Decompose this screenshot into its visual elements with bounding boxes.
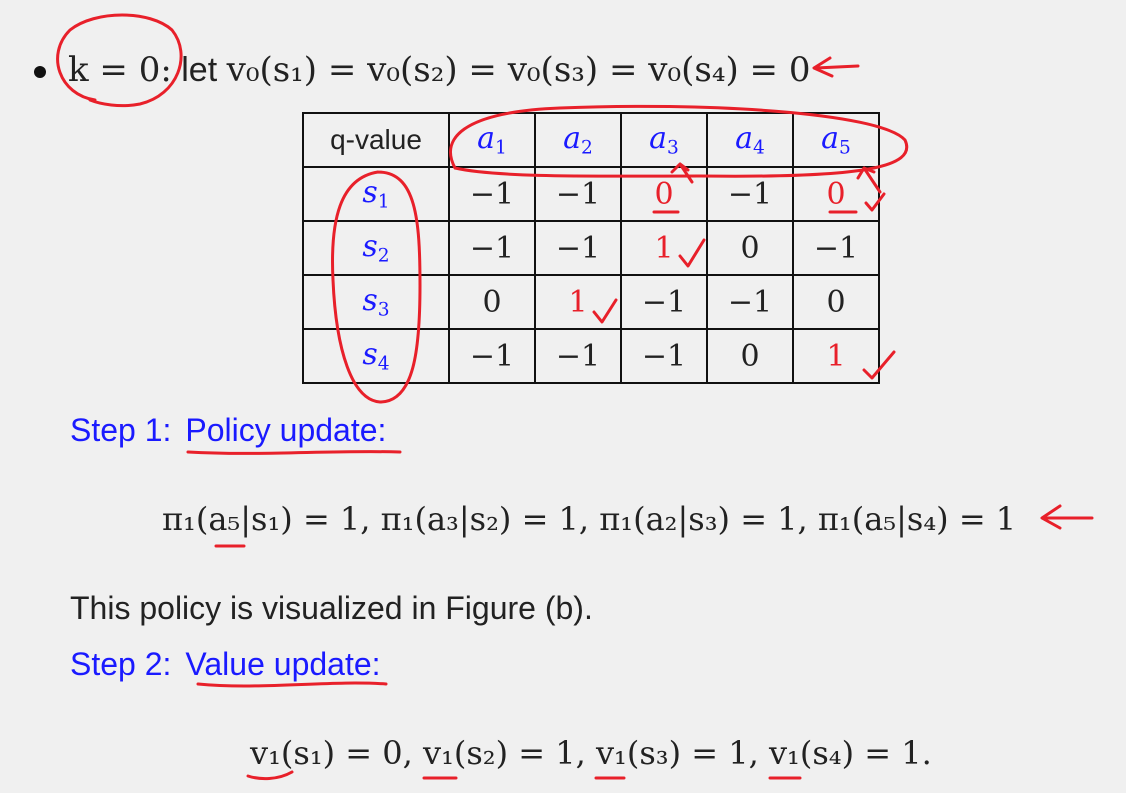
underline-value-update [196, 681, 388, 688]
bullet-dot [34, 66, 46, 79]
q-cell: 0 [448, 274, 536, 330]
bullet-line: k = 0: let v₀(s₁) = v₀(s₂) = v₀(s₃) = v₀… [34, 50, 810, 90]
q-cell: −1 [620, 328, 708, 384]
q-cell-highlighted: 0 [792, 166, 880, 222]
table-row: s1 −1 −1 0 −1 0 [302, 166, 880, 222]
arrow-initial-annotation [812, 56, 860, 78]
step1-label: Step 1: [70, 412, 172, 448]
action-header-4: a4 [706, 112, 794, 168]
table-row: s2 −1 −1 1 0 −1 [302, 220, 880, 276]
q-cell: −1 [792, 220, 880, 276]
arrow-policy-formula [1040, 504, 1094, 530]
underline-v1-a [246, 770, 294, 781]
q-cell: −1 [448, 220, 536, 276]
corner-label: q-value [302, 112, 450, 168]
step2-label: Step 2: [70, 646, 172, 682]
action-header-3: a3 [620, 112, 708, 168]
policy-update-formula: π₁(a₅|s₁) = 1, π₁(a₃|s₂) = 1, π₁(a₂|s₃) … [162, 500, 1017, 538]
table-row: s4 −1 −1 −1 0 1 [302, 328, 880, 384]
q-cell: 0 [706, 220, 794, 276]
table-header-row: q-value a1 a2 a3 a4 a5 [302, 112, 880, 168]
q-cell-highlighted: 1 [534, 274, 622, 330]
state-label-2: s2 [302, 220, 450, 276]
action-header-2: a2 [534, 112, 622, 168]
action-header-5: a5 [792, 112, 880, 168]
table-row: s3 0 1 −1 −1 0 [302, 274, 880, 330]
underline-policy-update [186, 450, 402, 455]
q-cell: −1 [620, 274, 708, 330]
q-cell: −1 [448, 166, 536, 222]
q-cell: −1 [448, 328, 536, 384]
state-label-1: s1 [302, 166, 450, 222]
k-condition: k = 0: [68, 50, 172, 90]
action-header-1: a1 [448, 112, 536, 168]
q-cell-highlighted: 0 [620, 166, 708, 222]
state-label-3: s3 [302, 274, 450, 330]
step1-heading: Step 1: Policy update: [70, 412, 386, 449]
q-cell: 0 [792, 274, 880, 330]
policy-note: This policy is visualized in Figure (b). [70, 590, 593, 626]
initial-values-formula: v₀(s₁) = v₀(s₂) = v₀(s₃) = v₀(s₄) = 0 [226, 50, 811, 90]
q-cell: −1 [706, 166, 794, 222]
step2-title: Value update: [185, 646, 381, 682]
step2-heading: Step 2: Value update: [70, 646, 381, 683]
let-text: let [181, 51, 218, 89]
q-value-table: q-value a1 a2 a3 a4 a5 s1 −1 −1 0 −1 0 s… [302, 112, 880, 384]
value-update-formula: v₁(s₁) = 0, v₁(s₂) = 1, v₁(s₃) = 1, v₁(s… [250, 734, 932, 772]
q-cell: −1 [534, 328, 622, 384]
q-cell: −1 [706, 274, 794, 330]
step1-title: Policy update: [185, 412, 387, 448]
q-cell-highlighted: 1 [620, 220, 708, 276]
q-cell: −1 [534, 166, 622, 222]
q-cell-highlighted: 1 [792, 328, 880, 384]
q-cell: 0 [706, 328, 794, 384]
q-cell: −1 [534, 220, 622, 276]
state-label-4: s4 [302, 328, 450, 384]
